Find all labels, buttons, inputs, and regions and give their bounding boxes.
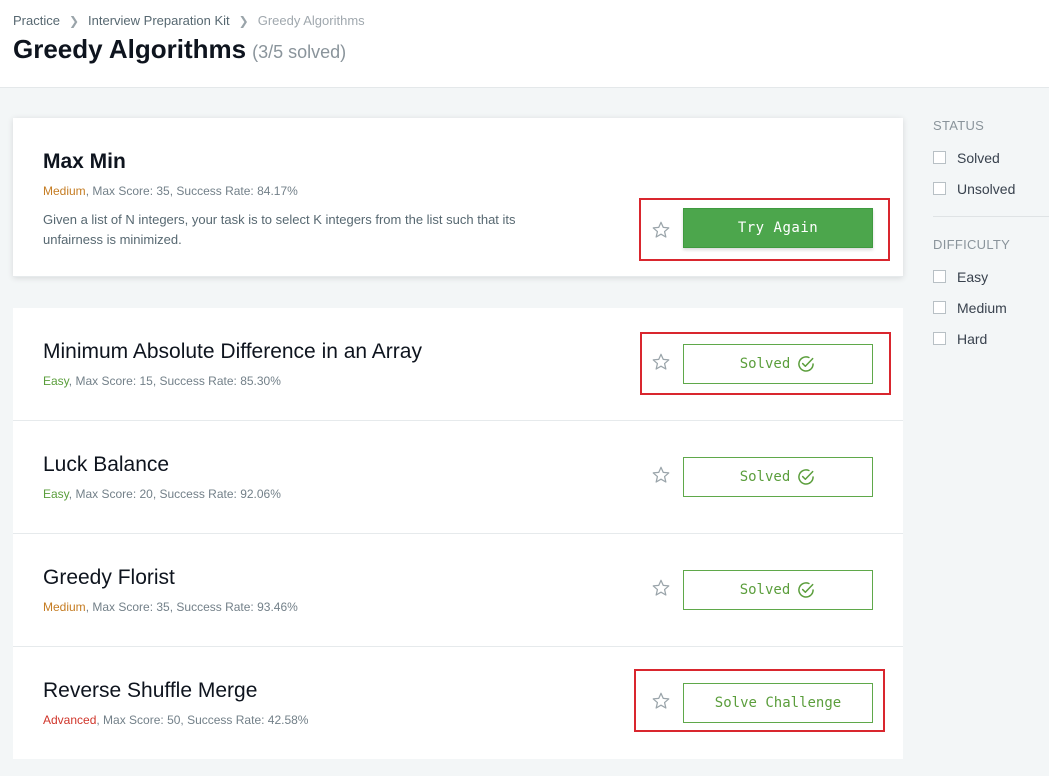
- chevron-right-icon: ❯: [68, 13, 80, 28]
- check-circle-icon: [798, 356, 815, 372]
- challenge-card-greedy-florist: Greedy Florist Medium, Max Score: 35, Su…: [13, 534, 903, 647]
- star-bookmark-icon[interactable]: [651, 691, 671, 711]
- challenge-card-min-abs-diff: Minimum Absolute Difference in an Array …: [13, 308, 903, 421]
- button-label: Try Again: [737, 220, 819, 236]
- breadcrumb-interview-kit[interactable]: Interview Preparation Kit: [88, 13, 230, 28]
- filter-status-solved[interactable]: Solved: [933, 142, 1049, 173]
- star-bookmark-icon[interactable]: [651, 578, 671, 598]
- filter-label: Hard: [957, 330, 988, 347]
- breadcrumb-practice[interactable]: Practice: [13, 13, 60, 28]
- challenge-description: Given a list of N integers, your task is…: [43, 212, 516, 247]
- page-header: Practice ❯ Interview Preparation Kit ❯ G…: [0, 0, 1049, 88]
- challenge-card-reverse-shuffle-merge: Reverse Shuffle Merge Advanced, Max Scor…: [13, 647, 903, 759]
- solved-progress: (3/5 solved): [252, 42, 347, 62]
- challenge-stats: , Max Score: 35, Success Rate: 93.46%: [85, 600, 298, 614]
- challenge-stats: , Max Score: 20, Success Rate: 92.06%: [68, 487, 281, 501]
- challenge-title[interactable]: Greedy Florist: [43, 566, 175, 590]
- filter-difficulty-easy[interactable]: Easy: [933, 261, 1049, 292]
- filter-status-unsolved[interactable]: Unsolved: [933, 173, 1049, 204]
- difficulty-label: Advanced: [43, 713, 97, 727]
- challenge-meta: Medium, Max Score: 35, Success Rate: 84.…: [43, 184, 298, 198]
- check-circle-icon: [798, 469, 815, 485]
- filter-label: Solved: [957, 149, 1000, 166]
- challenge-title[interactable]: Max Min: [43, 150, 126, 174]
- filter-label: Medium: [957, 299, 1007, 316]
- difficulty-label: Medium: [43, 600, 86, 614]
- solved-button[interactable]: Solved: [683, 457, 873, 497]
- challenge-card-max-min: Max Min Medium, Max Score: 35, Success R…: [13, 118, 903, 277]
- difficulty-filter-heading: DIFFICULTY: [933, 237, 1011, 252]
- filter-sidebar: STATUS Solved Unsolved DIFFICULTY Easy M…: [933, 118, 1049, 354]
- challenge-stats: , Max Score: 35, Success Rate: 84.17%: [85, 184, 298, 198]
- challenge-stats: , Max Score: 50, Success Rate: 42.58%: [96, 713, 309, 727]
- button-label: Solved: [739, 469, 791, 485]
- breadcrumb: Practice ❯ Interview Preparation Kit ❯ G…: [13, 13, 365, 28]
- challenge-meta: Advanced, Max Score: 50, Success Rate: 4…: [43, 713, 308, 727]
- challenge-meta: Easy, Max Score: 20, Success Rate: 92.06…: [43, 487, 281, 501]
- page-title-text: Greedy Algorithms: [13, 34, 247, 64]
- try-again-button[interactable]: Try Again: [683, 208, 873, 248]
- button-label: Solved: [739, 356, 791, 372]
- chevron-right-icon: ❯: [238, 13, 249, 28]
- button-label: Solve Challenge: [714, 695, 842, 711]
- challenge-title[interactable]: Reverse Shuffle Merge: [43, 679, 257, 703]
- difficulty-label: Medium: [43, 184, 86, 198]
- filter-label: Easy: [957, 268, 989, 285]
- checkbox[interactable]: [933, 270, 946, 283]
- difficulty-label: Easy: [43, 374, 69, 388]
- star-bookmark-icon[interactable]: [651, 220, 671, 240]
- status-filter-heading: STATUS: [933, 118, 985, 133]
- challenge-stats: , Max Score: 15, Success Rate: 85.30%: [68, 374, 281, 388]
- solved-button[interactable]: Solved: [683, 344, 873, 384]
- page-title: Greedy Algorithms (3/5 solved): [13, 34, 346, 65]
- star-bookmark-icon[interactable]: [651, 352, 671, 372]
- challenge-card-luck-balance: Luck Balance Easy, Max Score: 20, Succes…: [13, 421, 903, 534]
- challenge-meta: Easy, Max Score: 15, Success Rate: 85.30…: [43, 374, 281, 388]
- solved-button[interactable]: Solved: [683, 570, 873, 610]
- difficulty-label: Easy: [43, 487, 69, 501]
- checkbox[interactable]: [933, 332, 946, 345]
- challenge-meta: Medium, Max Score: 35, Success Rate: 93.…: [43, 600, 298, 614]
- checkbox[interactable]: [933, 301, 946, 314]
- breadcrumb-current: Greedy Algorithms: [257, 13, 365, 28]
- filter-label: Unsolved: [957, 180, 1016, 197]
- button-label: Solved: [739, 582, 791, 598]
- solve-challenge-button[interactable]: Solve Challenge: [683, 683, 873, 723]
- challenge-title[interactable]: Luck Balance: [43, 453, 169, 477]
- filter-difficulty-hard[interactable]: Hard: [933, 323, 1049, 354]
- star-bookmark-icon[interactable]: [651, 465, 671, 485]
- filter-difficulty-medium[interactable]: Medium: [933, 292, 1049, 323]
- check-circle-icon: [798, 582, 815, 598]
- filter-divider: [933, 216, 1049, 217]
- checkbox[interactable]: [933, 151, 946, 164]
- challenge-title[interactable]: Minimum Absolute Difference in an Array: [43, 340, 422, 364]
- checkbox[interactable]: [933, 182, 946, 195]
